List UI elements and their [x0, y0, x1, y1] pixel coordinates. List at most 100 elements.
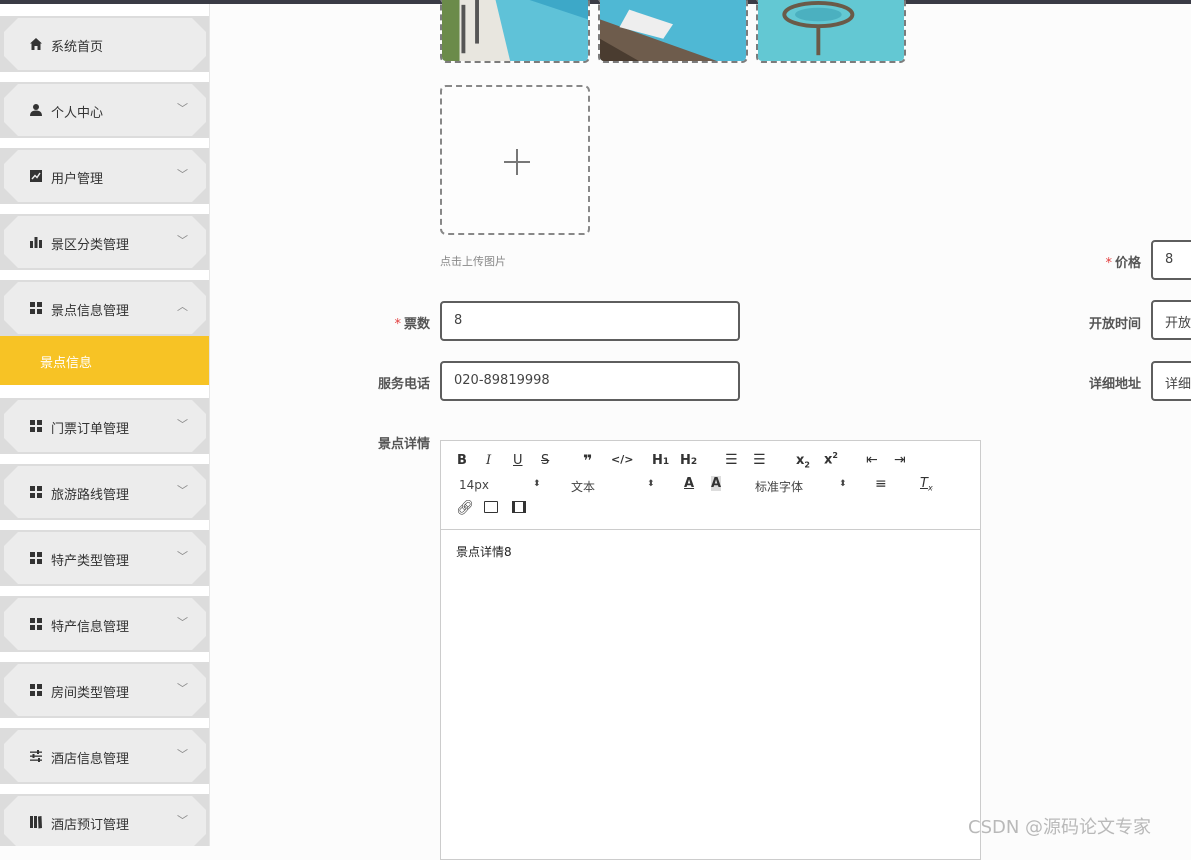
blockquote-button[interactable]: ❞	[583, 451, 592, 470]
sidebar-item-specialty-info[interactable]: 特产信息管理 ﹀	[0, 596, 209, 652]
rich-text-editor[interactable]: B I U S ❞ </> H1 H2 ☰ ☰ x2 x2 ⇤ ⇥ 14px ⬍ …	[440, 440, 981, 860]
chevron-down-icon: ﹀	[177, 418, 188, 431]
sidebar-item-label: 门票订单管理	[51, 422, 130, 437]
align-left-icon[interactable]: ≡	[875, 476, 887, 492]
strikethrough-button[interactable]: S	[541, 453, 549, 468]
sidebar-item-label: 景区分类管理	[51, 238, 130, 253]
superscript-button[interactable]: x2	[824, 451, 838, 467]
phone-label: 服务电话	[377, 377, 430, 392]
sidebar-item-label: 旅游路线管理	[51, 488, 130, 503]
address-input[interactable]: 详细	[1151, 361, 1191, 401]
bold-button[interactable]: B	[457, 453, 467, 468]
upload-tip: 点击上传图片	[440, 255, 506, 268]
sidebar-item-hotel-booking[interactable]: 酒店预订管理 ﹀	[0, 794, 209, 846]
chevron-down-icon: ﹀	[177, 616, 188, 629]
chevron-down-icon: ﹀	[177, 748, 188, 761]
user-icon	[29, 103, 43, 117]
chevron-up-icon: ︿	[177, 300, 188, 313]
underline-button[interactable]: U	[513, 453, 523, 468]
chevron-down-icon: ﹀	[177, 814, 188, 827]
sidebar-item-label: 特产信息管理	[51, 620, 130, 635]
image-icon[interactable]	[484, 501, 498, 513]
detail-label: 景点详情	[377, 437, 430, 452]
plus-icon-vertical	[516, 149, 518, 175]
clear-format-icon[interactable]: Tx	[920, 476, 933, 493]
sidebar-item-label: 景点信息管理	[51, 304, 130, 319]
price-label: * 价格	[1105, 256, 1141, 271]
font-size-value: 14px	[459, 478, 489, 492]
italic-button[interactable]: I	[486, 453, 491, 468]
font-family-value: 标准字体	[755, 480, 804, 494]
heading1-button[interactable]: H1	[652, 453, 669, 468]
sidebar-item-label: 特产类型管理	[51, 554, 130, 569]
open-time-input[interactable]: 开放	[1151, 300, 1191, 340]
grid-icon	[29, 419, 43, 433]
grid-icon	[29, 301, 43, 315]
sidebar-item-room-types[interactable]: 房间类型管理 ﹀	[0, 662, 209, 718]
select-arrows-icon: ⬍	[647, 479, 655, 489]
sidebar-item-label: 用户管理	[51, 172, 104, 187]
grid-icon	[29, 617, 43, 631]
grid-icon	[29, 683, 43, 697]
sliders-icon	[29, 749, 43, 763]
sidebar-item-ticket-orders[interactable]: 门票订单管理 ﹀	[0, 398, 209, 454]
outdent-icon[interactable]: ⇤	[866, 452, 878, 468]
format-value: 文本	[571, 480, 596, 494]
select-arrows-icon: ⬍	[839, 479, 847, 489]
sidebar-item-routes[interactable]: 旅游路线管理 ﹀	[0, 464, 209, 520]
chevron-down-icon: ﹀	[177, 682, 188, 695]
select-arrows-icon: ⬍	[533, 479, 541, 489]
submenu-item-label: 景点信息	[40, 356, 93, 371]
phone-input[interactable]: 020-89819998	[440, 361, 740, 401]
image-thumbnail[interactable]	[440, 0, 590, 63]
image-thumbnail[interactable]	[598, 0, 748, 63]
sidebar: 系统首页 个人中心 ﹀ 用户管理 ﹀ 景区分类管理 ﹀ 景点信息管理 ︿ 景点信…	[0, 4, 210, 846]
editor-content[interactable]: 景点详情8	[456, 543, 512, 560]
heading2-button[interactable]: H2	[680, 453, 697, 468]
editor-toolbar: B I U S ❞ </> H1 H2 ☰ ☰ x2 x2 ⇤ ⇥ 14px ⬍ …	[441, 441, 980, 530]
font-family-select[interactable]: 标准字体 ⬍	[755, 478, 851, 494]
chevron-down-icon: ﹀	[177, 550, 188, 563]
chart-line-icon	[29, 169, 43, 183]
tickets-input[interactable]: 8	[440, 301, 740, 341]
sidebar-item-label: 系统首页	[51, 40, 104, 55]
image-thumbnail[interactable]	[756, 0, 906, 63]
sidebar-item-label: 酒店信息管理	[51, 752, 130, 767]
required-mark: *	[1105, 256, 1112, 271]
chevron-down-icon: ﹀	[177, 484, 188, 497]
chevron-down-icon: ﹀	[177, 102, 188, 115]
address-label: 详细地址	[1088, 377, 1141, 392]
tickets-label: * 票数	[394, 317, 430, 332]
submenu-item-scenic-info[interactable]: 景点信息	[0, 336, 209, 385]
watermark: CSDN @源码论文专家	[968, 817, 1152, 838]
indent-icon[interactable]: ⇥	[894, 452, 906, 468]
sidebar-item-scenic-info[interactable]: 景点信息管理 ︿	[0, 280, 209, 336]
sidebar-item-personal[interactable]: 个人中心 ﹀	[0, 82, 209, 138]
sidebar-item-specialty-types[interactable]: 特产类型管理 ﹀	[0, 530, 209, 586]
grid-icon	[29, 551, 43, 565]
video-icon[interactable]	[512, 501, 526, 513]
chevron-down-icon: ﹀	[177, 234, 188, 247]
background-color-button[interactable]: A	[711, 476, 722, 491]
book-icon	[29, 815, 43, 829]
font-size-select[interactable]: 14px ⬍	[459, 478, 549, 494]
link-icon[interactable]: 🔗︎	[456, 500, 474, 516]
sidebar-item-label: 酒店预订管理	[51, 818, 130, 833]
subscript-button[interactable]: x2	[796, 453, 810, 470]
sidebar-item-users[interactable]: 用户管理 ﹀	[0, 148, 209, 204]
format-select[interactable]: 文本 ⬍	[571, 478, 661, 494]
required-mark: *	[394, 317, 401, 332]
grid-icon	[29, 485, 43, 499]
code-block-button[interactable]: </>	[611, 453, 633, 466]
ordered-list-icon[interactable]: ☰	[725, 452, 738, 468]
bar-chart-icon	[29, 235, 43, 249]
image-upload-button[interactable]	[440, 85, 590, 235]
sidebar-item-label: 房间类型管理	[51, 686, 130, 701]
font-color-button[interactable]: A	[684, 476, 694, 491]
sidebar-item-scenic-category[interactable]: 景区分类管理 ﹀	[0, 214, 209, 270]
sidebar-item-home[interactable]: 系统首页	[0, 16, 209, 72]
price-input[interactable]: 8	[1151, 240, 1191, 280]
bullet-list-icon[interactable]: ☰	[753, 452, 766, 468]
chevron-down-icon: ﹀	[177, 168, 188, 181]
sidebar-item-hotel-info[interactable]: 酒店信息管理 ﹀	[0, 728, 209, 784]
